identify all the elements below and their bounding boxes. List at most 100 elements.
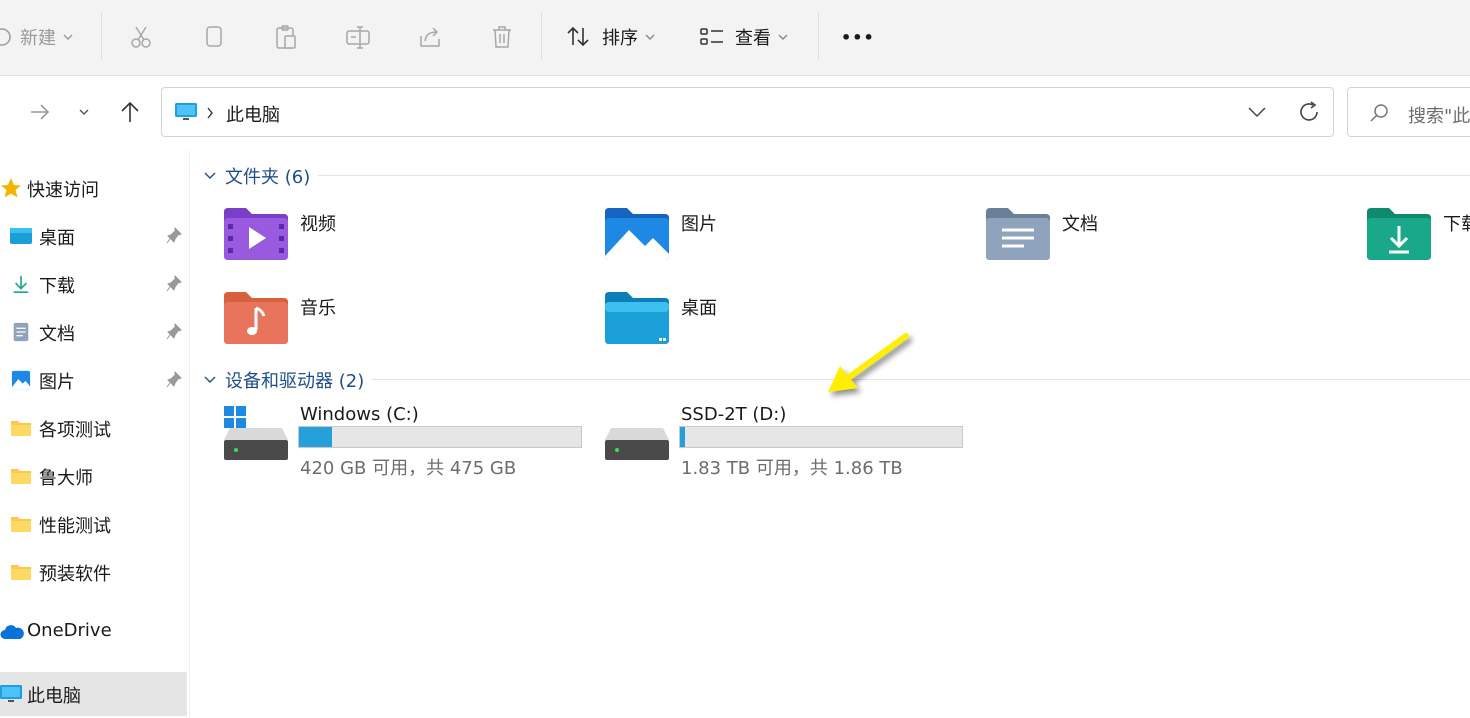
sidebar-item-folder[interactable]: 性能测试 — [0, 502, 187, 546]
folder-tile-pictures[interactable]: 图片 — [605, 208, 905, 268]
sidebar-item-label: 各项测试 — [39, 420, 111, 441]
toolbar-divider — [101, 12, 102, 60]
drive-free-space: 420 GB 可用，共 475 GB — [300, 458, 517, 479]
folder-label: 图片 — [681, 214, 717, 235]
sidebar-item-quick-access[interactable]: 快速访问 — [0, 166, 187, 210]
sidebar-item-label: 鲁大师 — [39, 468, 93, 489]
folder-label: 音乐 — [300, 298, 336, 319]
drives-section-header[interactable]: 设备和驱动器 (2) — [203, 367, 364, 393]
documents-folder-icon — [986, 208, 1050, 260]
pin-icon[interactable] — [166, 227, 182, 245]
up-button[interactable] — [115, 96, 145, 128]
sort-button[interactable]: 排序 — [566, 18, 658, 56]
arrow-right-icon — [31, 104, 50, 120]
copy-icon — [206, 26, 222, 47]
sidebar-item-label: 性能测试 — [39, 516, 111, 537]
drive-usage-fill — [680, 427, 685, 447]
folders-section-header[interactable]: 文件夹 (6) — [203, 163, 310, 189]
folder-tile-videos[interactable]: 视频 — [224, 208, 524, 268]
drive-usage-fill — [299, 427, 332, 447]
copy-button[interactable] — [201, 18, 227, 56]
section-divider — [318, 175, 1470, 176]
folder-icon — [11, 517, 31, 532]
pane-divider — [189, 150, 190, 718]
sidebar-item-documents[interactable]: 文档 — [0, 310, 187, 354]
folder-icon — [11, 565, 31, 580]
sidebar-item-label: 此电脑 — [27, 686, 81, 707]
drive-name: SSD-2T (D:) — [681, 404, 787, 425]
command-bar: 新建 排序 查看 ••• — [0, 0, 1470, 76]
folder-tile-downloads[interactable]: 下载 — [1367, 208, 1470, 268]
sidebar-item-label: OneDrive — [27, 620, 112, 641]
drive-tile-c[interactable]: Windows (C:) 420 GB 可用，共 475 GB — [224, 404, 594, 484]
star-icon — [1, 178, 21, 198]
sidebar-item-label: 图片 — [39, 372, 75, 393]
new-plus-icon — [0, 28, 11, 46]
folder-label: 下载 — [1443, 214, 1470, 235]
sidebar-item-pictures[interactable]: 图片 — [0, 358, 187, 402]
folder-icon — [11, 421, 31, 436]
drive-usage-bar — [679, 426, 963, 448]
address-bar[interactable]: 此电脑 — [161, 87, 1334, 137]
view-button[interactable]: 查看 — [699, 18, 791, 56]
toolbar-divider — [541, 12, 542, 60]
computer-icon — [175, 103, 197, 120]
rename-icon — [346, 26, 370, 49]
folder-tile-music[interactable]: 音乐 — [224, 292, 524, 352]
cut-button[interactable] — [128, 18, 154, 56]
more-options-button[interactable]: ••• — [841, 18, 875, 56]
folder-tile-documents[interactable]: 文档 — [986, 208, 1286, 268]
folder-icon — [11, 469, 31, 484]
pin-icon[interactable] — [166, 371, 182, 389]
section-divider — [372, 379, 1470, 380]
folder-label: 文档 — [1062, 214, 1098, 235]
annotation-arrow-icon — [828, 333, 909, 392]
computer-icon — [0, 685, 22, 702]
more-options-label: ••• — [841, 27, 875, 47]
navigation-pane: 快速访问 桌面 下载 文档 图片 各项测试 鲁大师 性能测试 预装软件 OneD… — [0, 150, 188, 718]
sidebar-item-desktop[interactable]: 桌面 — [0, 214, 187, 258]
pin-icon[interactable] — [166, 323, 182, 341]
recent-locations-button[interactable] — [74, 96, 94, 128]
view-label: 查看 — [735, 28, 771, 49]
arrow-up-icon — [121, 101, 139, 122]
sort-icon — [567, 26, 589, 47]
search-box[interactable]: 搜索"此 — [1347, 87, 1470, 137]
forward-button[interactable] — [26, 96, 54, 128]
sidebar-item-folder[interactable]: 各项测试 — [0, 406, 187, 450]
drive-name: Windows (C:) — [300, 404, 419, 425]
delete-button[interactable] — [489, 18, 515, 56]
address-history-chevron-icon[interactable] — [1247, 105, 1267, 119]
collapse-chevron-icon — [204, 376, 216, 383]
paste-button[interactable] — [273, 18, 299, 56]
collapse-chevron-icon — [204, 172, 216, 179]
picture-icon — [11, 370, 31, 390]
sidebar-item-folder[interactable]: 鲁大师 — [0, 454, 187, 498]
folder-label: 视频 — [300, 214, 336, 235]
breadcrumb-location[interactable]: 此电脑 — [226, 101, 280, 127]
chevron-down-icon — [79, 109, 89, 115]
paste-icon — [276, 25, 296, 49]
share-icon — [420, 27, 440, 47]
rename-button[interactable] — [345, 18, 371, 56]
desktop-folder-icon — [605, 292, 669, 344]
sidebar-item-downloads[interactable]: 下载 — [0, 262, 187, 306]
sidebar-item-label: 桌面 — [39, 228, 75, 249]
sidebar-item-this-pc[interactable]: 此电脑 — [0, 672, 187, 716]
section-title: 设备和驱动器 (2) — [225, 371, 365, 392]
refresh-icon[interactable] — [1297, 100, 1321, 124]
sidebar-item-folder[interactable]: 预装软件 — [0, 550, 187, 594]
pin-icon[interactable] — [166, 275, 182, 293]
drive-usage-bar — [298, 426, 582, 448]
search-icon — [1370, 104, 1388, 122]
drive-tile-d[interactable]: SSD-2T (D:) 1.83 TB 可用，共 1.86 TB — [605, 404, 975, 484]
sidebar-item-onedrive[interactable]: OneDrive — [0, 610, 187, 654]
video-folder-icon — [224, 208, 288, 260]
view-icon — [700, 28, 723, 45]
breadcrumb-chevron-icon — [207, 107, 213, 119]
share-button[interactable] — [417, 18, 443, 56]
folder-label: 桌面 — [681, 298, 717, 319]
pictures-folder-icon — [605, 208, 669, 260]
new-button[interactable]: 新建 — [0, 18, 76, 56]
cloud-icon — [0, 625, 24, 639]
